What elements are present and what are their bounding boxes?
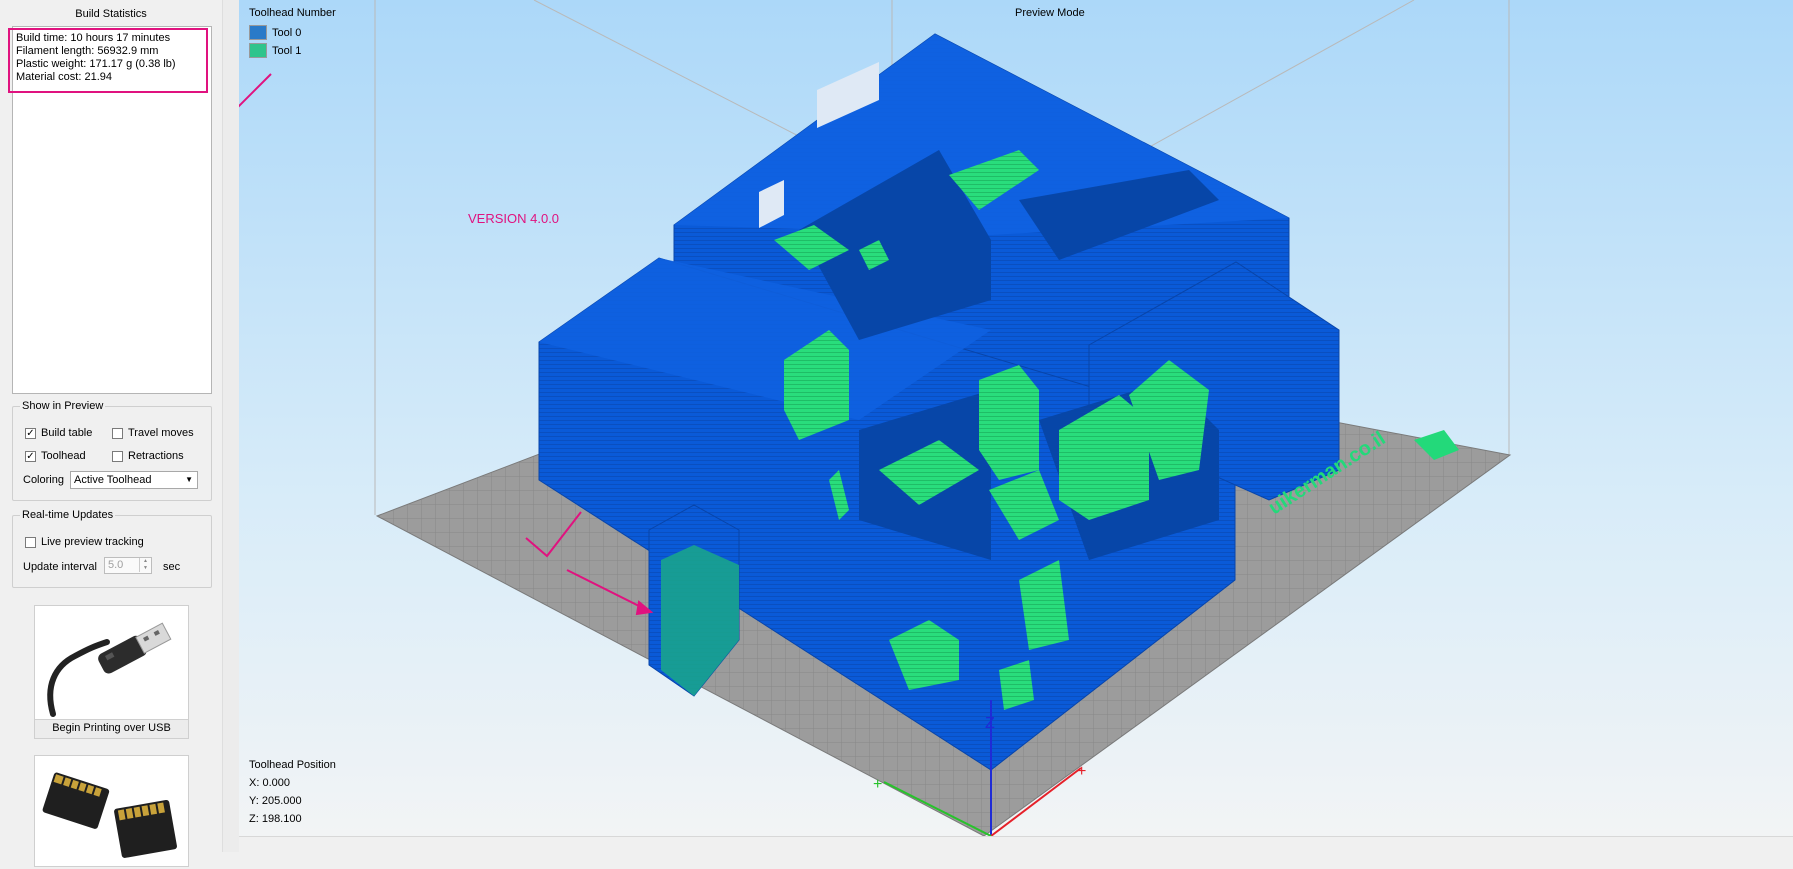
preview-mode-label: Preview Mode bbox=[1015, 7, 1085, 19]
live-preview-label: Live preview tracking bbox=[41, 536, 144, 548]
coloring-label: Coloring bbox=[23, 474, 64, 486]
toolhead-z-text: Z: 198.100 bbox=[249, 813, 302, 825]
checkbox-unchecked-icon bbox=[25, 536, 36, 548]
update-interval-unit: sec bbox=[163, 561, 181, 573]
begin-printing-usb-button[interactable]: Begin Printing over USB bbox=[34, 605, 189, 739]
realtime-updates-title: Real-time Updates bbox=[20, 509, 116, 521]
spin-down-icon[interactable]: ▼ bbox=[139, 565, 151, 572]
3d-scene: uikerman.co.il Z + + bbox=[239, 0, 1512, 836]
checkbox-unchecked-icon bbox=[112, 427, 123, 439]
usb-cable-icon bbox=[47, 622, 172, 717]
sd-card-print-button[interactable] bbox=[34, 755, 189, 867]
toolhead-position-title: Toolhead Position bbox=[249, 759, 336, 771]
show-in-preview-title: Show in Preview bbox=[20, 400, 106, 412]
update-interval-spinbox[interactable]: 5.0 ▲ ▼ bbox=[104, 557, 152, 574]
toolhead-y-text: Y: 205.000 bbox=[249, 795, 302, 807]
travel-moves-label: Travel moves bbox=[128, 427, 194, 439]
checkbox-checked-icon: ✓ bbox=[25, 427, 36, 439]
coloring-value: Active Toolhead bbox=[74, 474, 152, 486]
3d-preview-viewport[interactable]: uikerman.co.il Z + + Toolhead Number Too… bbox=[239, 0, 1793, 836]
retractions-checkbox[interactable]: Retractions bbox=[112, 450, 184, 462]
sd-card-icon bbox=[42, 772, 177, 858]
build-table-checkbox[interactable]: ✓ Build table bbox=[25, 427, 92, 439]
legend-title: Toolhead Number bbox=[249, 7, 336, 19]
show-in-preview-group: Show in Preview ✓ Build table Travel mov… bbox=[12, 400, 212, 501]
realtime-updates-group: Real-time Updates Live preview tracking … bbox=[12, 509, 212, 588]
stats-highlight-annotation bbox=[8, 28, 208, 93]
tool-0-swatch bbox=[249, 25, 267, 40]
toolhead-checkbox[interactable]: ✓ Toolhead bbox=[25, 450, 86, 462]
legend-item-tool-1: Tool 1 bbox=[249, 43, 301, 58]
tool-1-label: Tool 1 bbox=[272, 44, 302, 57]
toolhead-label: Toolhead bbox=[41, 450, 86, 462]
z-axis-label: Z bbox=[985, 715, 995, 732]
coloring-dropdown[interactable]: Active Toolhead ▼ bbox=[70, 471, 198, 489]
x-axis-label: + bbox=[1077, 763, 1086, 780]
chevron-down-icon: ▼ bbox=[185, 475, 193, 484]
left-panel: Build Statistics Build time: 10 hours 17… bbox=[0, 0, 222, 867]
bottom-scrollbar[interactable] bbox=[239, 836, 1793, 853]
y-axis-label: + bbox=[873, 776, 882, 793]
tool-0-label: Tool 0 bbox=[272, 26, 302, 39]
update-interval-value: 5.0 bbox=[108, 559, 124, 571]
update-interval-label: Update interval bbox=[23, 561, 97, 573]
spin-up-icon[interactable]: ▲ bbox=[139, 558, 151, 565]
begin-printing-usb-label: Begin Printing over USB bbox=[35, 719, 188, 738]
build-table-label: Build table bbox=[41, 427, 93, 439]
retractions-label: Retractions bbox=[128, 450, 184, 462]
tool-1-swatch bbox=[249, 43, 267, 58]
live-preview-checkbox[interactable]: Live preview tracking bbox=[25, 536, 144, 548]
version-annotation-text: VERSION 4.0.0 bbox=[468, 211, 560, 226]
checkbox-unchecked-icon bbox=[112, 450, 123, 462]
legend-item-tool-0: Tool 0 bbox=[249, 25, 301, 40]
build-statistics-title: Build Statistics bbox=[75, 8, 147, 20]
toolhead-x-text: X: 0.000 bbox=[249, 777, 290, 789]
printed-model: uikerman.co.il bbox=[538, 33, 1459, 771]
checkbox-checked-icon: ✓ bbox=[25, 450, 36, 462]
travel-moves-checkbox[interactable]: Travel moves bbox=[112, 427, 194, 439]
checkmark-annotation-icon bbox=[239, 73, 272, 108]
left-panel-scrollbar[interactable] bbox=[222, 0, 240, 852]
